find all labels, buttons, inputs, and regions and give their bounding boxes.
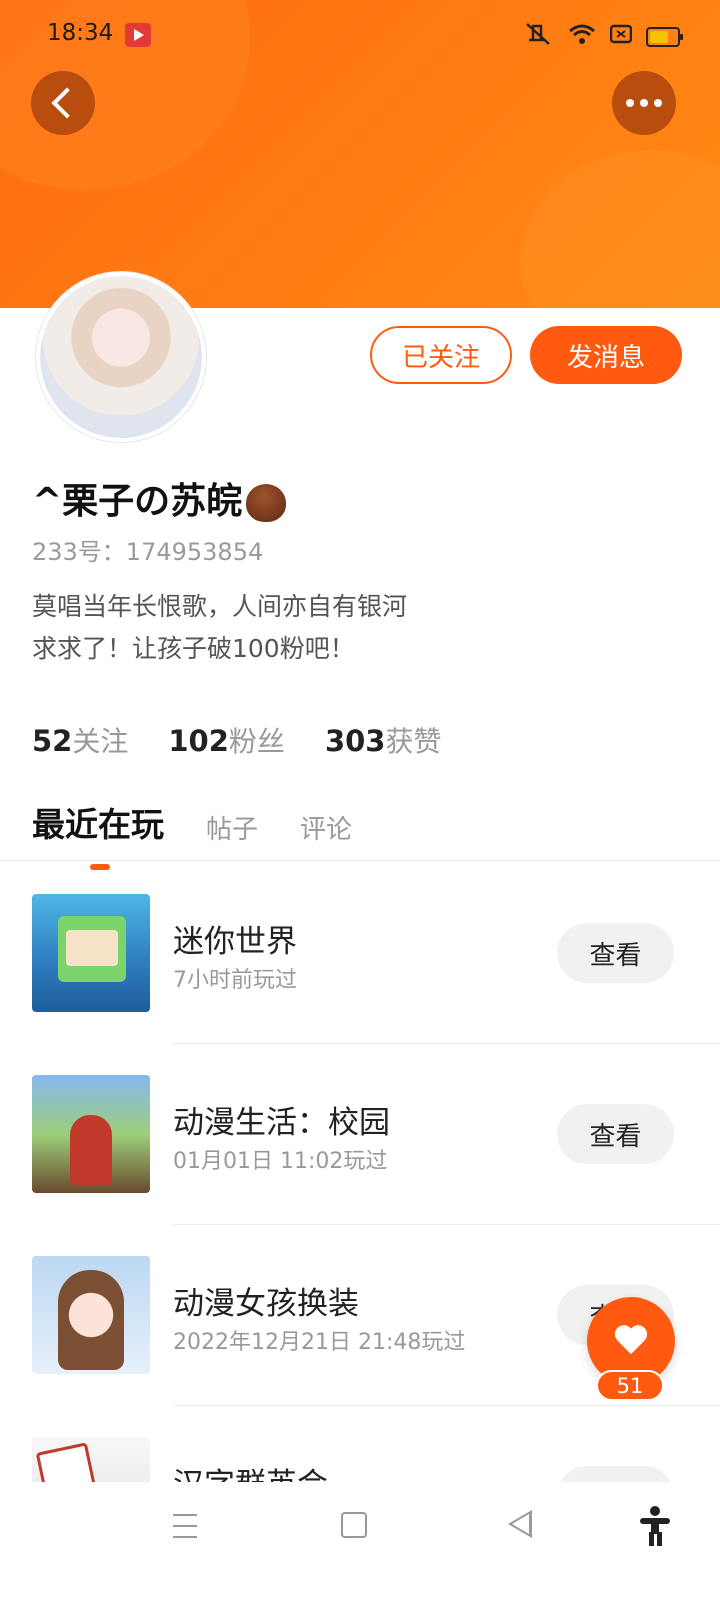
tab-recently-played[interactable]: 最近在玩 xyxy=(32,798,164,870)
back-button[interactable] xyxy=(31,71,95,135)
game-played-time: 01月01日 11:02玩过 xyxy=(173,1149,388,1174)
game-thumbnail xyxy=(32,1256,150,1374)
wifi-icon xyxy=(568,23,596,51)
avatar[interactable] xyxy=(36,272,206,442)
list-item[interactable]: 迷你世界 7小时前玩过 查看 xyxy=(0,862,720,1044)
back-icon[interactable] xyxy=(508,1510,532,1538)
stat-followers[interactable]: 102粉丝 xyxy=(168,720,285,760)
stats-row: 52关注 102粉丝 303获赞 xyxy=(32,720,442,760)
status-time: 18:34 xyxy=(47,20,114,46)
view-button[interactable]: 查看 xyxy=(557,1104,674,1164)
mute-icon xyxy=(524,22,554,52)
home-icon[interactable] xyxy=(341,1512,367,1538)
menu-icon[interactable] xyxy=(173,1514,197,1538)
stat-likes[interactable]: 303获赞 xyxy=(325,720,442,760)
game-thumbnail xyxy=(32,894,150,1012)
game-name: 动漫女孩换装 xyxy=(173,1286,359,1322)
more-dots-icon xyxy=(626,99,662,107)
game-thumbnail xyxy=(32,1075,150,1193)
tab-posts[interactable]: 帖子 xyxy=(206,809,258,846)
more-options-button[interactable] xyxy=(612,71,676,135)
list-item[interactable]: 动漫生活：校园 01月01日 11:02玩过 查看 xyxy=(0,1043,720,1225)
accessibility-icon[interactable] xyxy=(640,1506,670,1546)
bio: 莫唱当年长恨歌，人间亦自有银河 求求了！让孩子破100粉吧！ xyxy=(32,592,408,663)
user-id: 233号：174953854 xyxy=(32,538,264,566)
tab-comments[interactable]: 评论 xyxy=(300,809,352,846)
send-message-button[interactable]: 发消息 xyxy=(530,326,682,384)
youtube-icon xyxy=(125,23,151,47)
tab-bar: 最近在玩 帖子 评论 xyxy=(32,798,352,870)
status-bar: 18:34 xyxy=(0,0,720,70)
stat-following[interactable]: 52关注 xyxy=(32,720,128,760)
sim-icon xyxy=(609,24,633,50)
battery-icon xyxy=(646,27,683,47)
following-button[interactable]: 已关注 xyxy=(370,326,512,384)
heart-icon xyxy=(614,1326,648,1356)
system-nav-bar xyxy=(0,1482,720,1600)
chevron-left-icon xyxy=(51,87,83,119)
view-button[interactable]: 查看 xyxy=(557,923,674,983)
chestnut-emoji-icon xyxy=(246,484,287,522)
username: ^栗子の苏皖 xyxy=(32,472,287,524)
game-played-time: 7小时前玩过 xyxy=(173,968,297,993)
divider xyxy=(0,860,720,861)
game-played-time: 2022年12月21日 21:48玩过 xyxy=(173,1330,466,1355)
like-count-badge: 51 xyxy=(596,1370,664,1401)
game-name: 动漫生活：校园 xyxy=(173,1105,390,1141)
game-name: 迷你世界 xyxy=(173,924,297,960)
